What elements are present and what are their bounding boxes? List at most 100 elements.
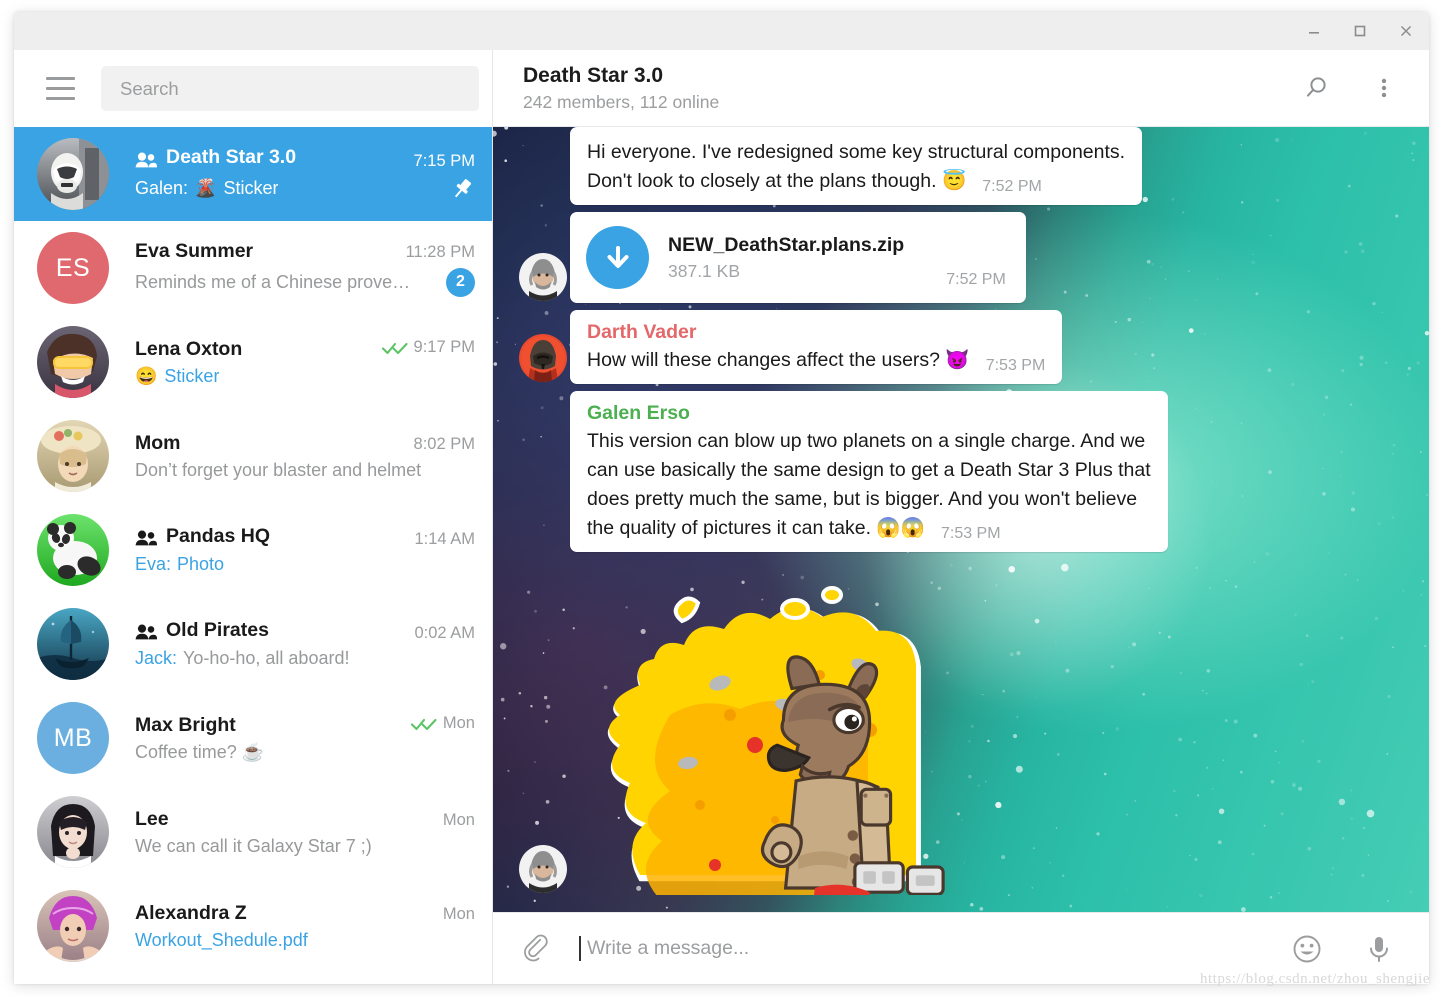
- message-avatar-slot: [515, 334, 570, 384]
- chat-list-item[interactable]: Death Star 3.0 7:15 PM Galen:🌋Sticker: [14, 127, 492, 221]
- chat-list[interactable]: Death Star 3.0 7:15 PM Galen:🌋Sticker ES Ev…: [14, 127, 492, 984]
- search-input[interactable]: [120, 78, 460, 100]
- download-arrow-icon[interactable]: [586, 226, 649, 289]
- message-input-wrap[interactable]: [579, 936, 1263, 961]
- chat-list-item[interactable]: Pandas HQ 1:14 AM Eva:Photo: [14, 503, 492, 597]
- close-button[interactable]: [1383, 12, 1429, 50]
- chat-item-text: Eva Summer11:28 PM Reminds me of a Chines…: [135, 240, 475, 297]
- group-icon: [135, 152, 157, 168]
- conversation-panel: Death Star 3.0 242 members, 112 online: [493, 50, 1429, 984]
- text-caret: [579, 936, 581, 961]
- chat-item-top-line: Lena Oxton 9:17 PM: [135, 338, 475, 361]
- chat-item-name-label: Lee: [135, 808, 169, 831]
- pinned-indicator: [441, 176, 475, 202]
- chat-list-item[interactable]: Old Pirates0:02 AMJack:Yo-ho-ho, all abo…: [14, 597, 492, 691]
- read-receipt-icon: [382, 341, 408, 355]
- avatar: [37, 138, 109, 210]
- message-bubble[interactable]: Galen ErsoThis version can blow up two p…: [570, 391, 1168, 552]
- avatar[interactable]: [519, 334, 567, 382]
- chat-item-name-label: Old Pirates: [166, 619, 269, 642]
- preview-text: We can call it Galaxy Star 7 ;): [135, 836, 372, 857]
- message-sender-name[interactable]: Darth Vader: [587, 321, 1045, 344]
- group-icon: [135, 152, 157, 168]
- preview-emoji: 😄: [135, 366, 157, 387]
- message-bubble[interactable]: Hi everyone. I've redesigned some key st…: [570, 127, 1142, 205]
- chat-item-top-line: Eva Summer11:28 PM: [135, 240, 475, 263]
- chat-item-meta: 1:14 AM: [404, 530, 475, 549]
- main-split: Death Star 3.0 7:15 PM Galen:🌋Sticker ES Ev…: [14, 50, 1429, 984]
- chat-list-item[interactable]: MBMax Bright MonCoffee time? ☕: [14, 691, 492, 785]
- chat-list-item[interactable]: Lena Oxton 9:17 PM😄Sticker: [14, 315, 492, 409]
- unread-badge: 2: [446, 268, 475, 297]
- preview-media-label: Sticker: [223, 178, 278, 199]
- hamburger-menu-icon[interactable]: [34, 66, 86, 112]
- chat-item-text: Mom 8:02 PM Don’t forget your blaster and …: [135, 432, 475, 481]
- minimize-button[interactable]: [1291, 12, 1337, 50]
- chat-item-name: Alexandra Z: [135, 902, 247, 925]
- search-box[interactable]: [101, 66, 479, 111]
- chat-list-item[interactable]: LeeMon We can call it Galaxy Star 7 ;): [14, 785, 492, 879]
- message-bubble[interactable]: Darth VaderHow will these changes affect…: [570, 310, 1062, 384]
- avatar: ES: [37, 232, 109, 304]
- message-text-line: Hi everyone. I've redesigned some key st…: [587, 138, 1125, 167]
- message-text: the quality of pictures it can take. 😱😱: [587, 514, 925, 543]
- message-input[interactable]: [587, 937, 1263, 960]
- chat-item-bottom-line: We can call it Galaxy Star 7 ;): [135, 836, 475, 857]
- sticker-message[interactable]: [570, 565, 1030, 895]
- message-sender-name[interactable]: Galen Erso: [587, 402, 1151, 425]
- message-time: 7:52 PM: [946, 271, 1006, 289]
- preview-text: Don’t forget your blaster and helmet: [135, 460, 421, 481]
- microphone-button[interactable]: [1355, 925, 1403, 973]
- chat-item-bottom-line: Eva:Photo: [135, 554, 475, 575]
- chat-item-name: Mom: [135, 432, 181, 455]
- chat-item-bottom-line: Don’t forget your blaster and helmet: [135, 460, 475, 481]
- message-text-wrap: How will these changes affect the users?…: [587, 346, 1045, 375]
- maximize-icon: [1352, 23, 1368, 39]
- chat-item-preview: Don’t forget your blaster and helmet: [135, 460, 421, 481]
- chat-list-item[interactable]: Mom 8:02 PM Don’t forget your blaster and …: [14, 409, 492, 503]
- chat-list-item[interactable]: Alexandra Z Mon Workout_Shedule.pdf: [14, 879, 492, 973]
- chat-item-text: Max Bright MonCoffee time? ☕: [135, 714, 475, 763]
- chat-item-name: Pandas HQ: [135, 525, 270, 548]
- emoji-button[interactable]: [1283, 925, 1331, 973]
- preview-media-label: Photo: [177, 554, 224, 575]
- chat-item-top-line: LeeMon: [135, 808, 475, 831]
- message-time: 7:53 PM: [941, 519, 1001, 548]
- chat-list-item[interactable]: ES Eva Summer11:28 PM Reminds me of a Chin…: [14, 221, 492, 315]
- group-icon: [135, 624, 157, 640]
- preview-text: Yo-ho-ho, all aboard!: [183, 648, 349, 669]
- chat-item-time: 7:15 PM: [414, 152, 475, 171]
- message-bubble[interactable]: NEW_DeathStar.plans.zip387.1 KB7:52 PM: [570, 212, 1026, 303]
- conversation-more-button[interactable]: [1363, 67, 1405, 109]
- conversation-header-actions: [1295, 67, 1405, 109]
- chat-item-time: 9:17 PM: [414, 338, 475, 357]
- composer-actions: [1283, 925, 1403, 973]
- attach-button[interactable]: [513, 925, 561, 973]
- chat-item-time: Mon: [443, 905, 475, 924]
- chat-item-name-label: Mom: [135, 432, 181, 455]
- chat-item-bottom-line: Workout_Shedule.pdf: [135, 930, 475, 951]
- chat-item-preview: Eva:Photo: [135, 554, 224, 575]
- conversation-search-button[interactable]: [1295, 67, 1337, 109]
- avatar[interactable]: [519, 845, 567, 893]
- preview-sender: Galen:: [135, 178, 188, 199]
- chat-item-preview: Reminds me of a Chinese prove…: [135, 272, 410, 293]
- chat-list-panel: Death Star 3.0 7:15 PM Galen:🌋Sticker ES Ev…: [14, 50, 493, 984]
- conversation-header-titles: Death Star 3.0 242 members, 112 online: [523, 64, 719, 113]
- avatar: [37, 890, 109, 962]
- message-text-line: can use basically the same design to get…: [587, 456, 1151, 485]
- chat-item-name: Death Star 3.0: [135, 146, 296, 169]
- chat-item-time: 8:02 PM: [414, 435, 475, 454]
- chat-item-name: Old Pirates: [135, 619, 269, 642]
- avatar[interactable]: [519, 253, 567, 301]
- message-list[interactable]: Hi everyone. I've redesigned some key st…: [493, 127, 1429, 912]
- preview-text: Coffee time? ☕: [135, 742, 264, 763]
- chat-item-meta: 8:02 PM: [404, 435, 475, 454]
- minimize-icon: [1306, 23, 1322, 39]
- chat-item-text: Lena Oxton 9:17 PM😄Sticker: [135, 338, 475, 387]
- chat-item-bottom-line: Galen:🌋Sticker: [135, 176, 475, 202]
- search-row: [14, 50, 492, 127]
- maximize-button[interactable]: [1337, 12, 1383, 50]
- avatar: [37, 514, 109, 586]
- conversation-title: Death Star 3.0: [523, 64, 719, 88]
